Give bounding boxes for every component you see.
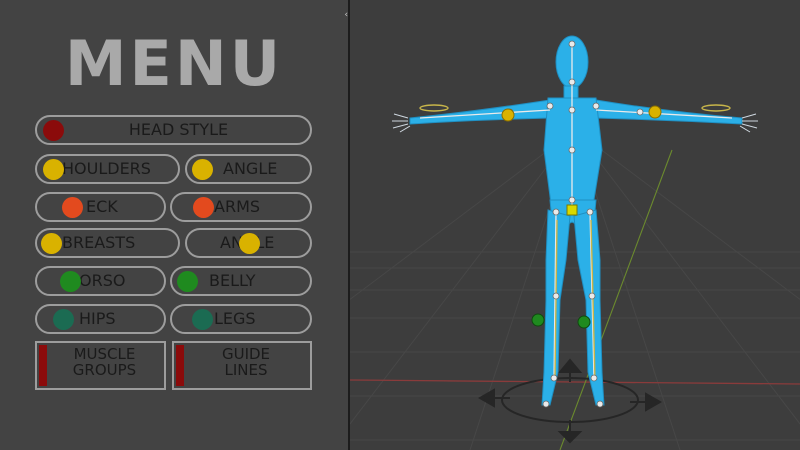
x-axis-line [350,379,800,385]
3d-viewport[interactable] [350,0,800,450]
shoulders-label: HOULDERS [62,159,151,178]
arms-indicator [193,197,214,218]
root-control-icon [477,358,663,444]
head-style-label: HEAD STYLE [128,120,229,139]
muscle-groups-label: MUSCLE GROUPS [49,346,160,378]
legs-button[interactable]: LEGS [170,304,312,334]
shoulders-button[interactable]: HOULDERS [35,154,180,184]
guide-lines-bar [176,345,184,386]
character-mesh [409,35,743,406]
guide-lines-line1: GUIDE [221,345,271,363]
muscle-groups-button[interactable]: MUSCLE GROUPS [35,341,166,390]
hips-button[interactable]: HIPS [35,304,166,334]
hips-indicator [53,309,74,330]
angle-button[interactable]: ANGLE [185,154,312,184]
neck-label: ECK [86,197,118,216]
arms-label: ARMS [214,197,261,216]
muscle-groups-line1: MUSCLE [73,345,136,363]
legs-indicator [192,309,213,330]
belly-label: BELLY [209,271,256,290]
torso-button[interactable]: ORSO [35,266,166,296]
guide-lines-label: GUIDE LINES [186,346,306,378]
angle-label: ANGLE [223,159,278,178]
hips-label: HIPS [79,309,116,328]
neck-button[interactable]: ECK [35,192,166,222]
angle-indicator [192,159,213,180]
muscle-groups-bar [39,345,47,386]
legs-label: LEGS [214,309,256,328]
torso-indicator [60,271,81,292]
guide-lines-button[interactable]: GUIDE LINES [172,341,312,390]
guide-lines-line2: LINES [224,361,268,379]
belly-indicator [177,271,198,292]
menu-title: MENU [64,27,284,100]
breasts-button[interactable]: BREASTS [35,228,180,258]
angle2-indicator [239,233,260,254]
shoulders-indicator [43,159,64,180]
app-root: MENU HEAD STYLE HOULDERS ANGLE ECK ARMS … [0,0,800,450]
arms-button[interactable]: ARMS [170,192,312,222]
head-style-button[interactable]: HEAD STYLE [35,115,312,145]
viewport-canvas [350,35,800,450]
neck-indicator [62,197,83,218]
menu-panel: MENU HEAD STYLE HOULDERS ANGLE ECK ARMS … [0,0,348,450]
angle2-button[interactable]: ANGLE [185,228,312,258]
breasts-label: BREASTS [62,233,136,252]
belly-button[interactable]: BELLY [170,266,312,296]
breasts-indicator [41,233,62,254]
muscle-groups-line2: GROUPS [72,361,137,379]
torso-label: ORSO [79,271,126,290]
